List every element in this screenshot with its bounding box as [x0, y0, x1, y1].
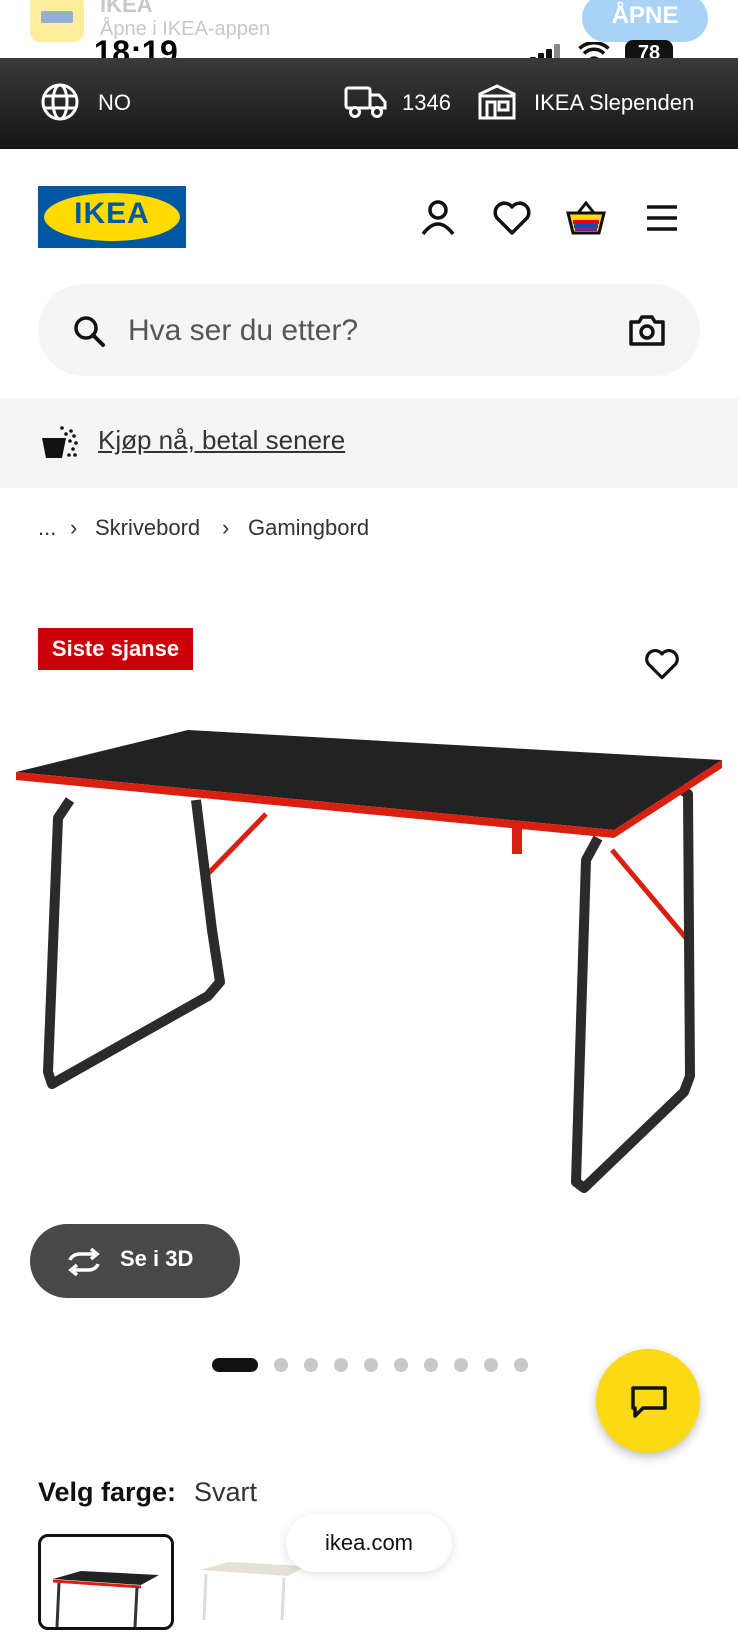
breadcrumb-ellipsis[interactable]: ... [38, 515, 56, 541]
ikea-app-icon[interactable] [30, 0, 84, 42]
swatch-black-desk-image [52, 1571, 159, 1628]
chevron-right-icon: › [222, 515, 230, 540]
carousel-dot[interactable] [514, 1358, 528, 1372]
open-in-app-button[interactable]: ÅPNE [582, 0, 708, 42]
color-swatch-black[interactable] [38, 1534, 174, 1630]
chevron-right-icon: › [70, 515, 78, 540]
carousel-dot[interactable] [364, 1358, 378, 1372]
account-icon[interactable] [416, 196, 460, 240]
app-banner-title: IKEA [100, 0, 153, 17]
search-icon [74, 316, 105, 347]
store-icon [478, 84, 516, 120]
chat-button[interactable] [596, 1349, 700, 1453]
browser-address-bar[interactable]: ikea.com [286, 1514, 452, 1572]
carousel-dot[interactable] [424, 1358, 438, 1372]
location-bar: NO 1346 IKEA Slependen [0, 58, 738, 149]
selected-store[interactable]: IKEA Slependen [534, 90, 694, 116]
ikea-logo[interactable]: IKEA [38, 186, 186, 248]
add-to-favourites-heart-icon[interactable] [642, 644, 682, 684]
delivery-truck-icon [344, 86, 387, 118]
payment-basket-icon [42, 426, 78, 458]
product-image-gaming-desk[interactable] [0, 720, 738, 1200]
shopping-bag-icon[interactable] [564, 196, 608, 240]
view-in-3d-label: Se i 3D [120, 1246, 194, 1271]
country-selector[interactable]: NO [98, 90, 131, 116]
color-select-label: Velg farge: [38, 1477, 177, 1507]
postal-code[interactable]: 1346 [402, 90, 451, 116]
search-input[interactable]: Hva ser du etter? [128, 314, 358, 348]
camera-search-icon[interactable] [628, 312, 666, 348]
carousel-dot[interactable] [394, 1358, 408, 1372]
rotate-3d-icon [68, 1248, 100, 1276]
favourites-heart-icon[interactable] [490, 196, 534, 240]
carousel-dot[interactable] [274, 1358, 288, 1372]
buy-now-pay-later-link[interactable]: Kjøp nå, betal senere [98, 425, 345, 456]
chat-bubble-icon [631, 1386, 667, 1418]
selected-color-value: Svart [194, 1477, 258, 1507]
carousel-dot[interactable] [454, 1358, 468, 1372]
breadcrumb-item-skrivebord[interactable]: Skrivebord [95, 515, 200, 541]
last-chance-badge: Siste sjanse [38, 628, 193, 670]
menu-hamburger-icon[interactable] [640, 196, 684, 240]
image-carousel-indicator[interactable] [212, 1358, 532, 1372]
carousel-dot[interactable] [334, 1358, 348, 1372]
globe-icon [41, 83, 79, 121]
view-in-3d-button[interactable]: Se i 3D [30, 1224, 240, 1298]
carousel-dot[interactable] [304, 1358, 318, 1372]
carousel-dot-active[interactable] [212, 1358, 258, 1372]
carousel-dot[interactable] [484, 1358, 498, 1372]
logo-text: IKEA [74, 197, 150, 230]
breadcrumb-item-gamingbord[interactable]: Gamingbord [248, 515, 369, 541]
